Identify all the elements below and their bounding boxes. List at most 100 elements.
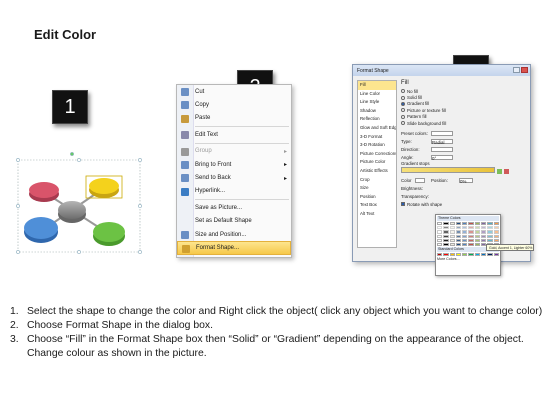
color-swatch[interactable] bbox=[455, 230, 462, 234]
category-item[interactable]: 3-D Rotation bbox=[358, 141, 396, 150]
color-swatch[interactable] bbox=[481, 234, 487, 238]
color-swatch[interactable] bbox=[437, 253, 443, 257]
color-swatch[interactable] bbox=[462, 222, 468, 226]
category-item[interactable]: Shadow bbox=[358, 107, 396, 116]
color-swatch[interactable] bbox=[481, 238, 487, 242]
category-item[interactable]: 3-D Format bbox=[358, 133, 396, 142]
radio-button[interactable] bbox=[401, 108, 405, 113]
preset-dropdown[interactable] bbox=[431, 130, 453, 136]
color-swatch[interactable] bbox=[487, 253, 493, 257]
direction-dropdown[interactable] bbox=[431, 146, 453, 152]
color-swatch[interactable] bbox=[449, 238, 455, 242]
category-item[interactable]: Picture Color bbox=[358, 158, 396, 167]
position-input[interactable]: 0% bbox=[459, 177, 473, 184]
color-swatch[interactable] bbox=[468, 222, 474, 226]
node-red[interactable] bbox=[29, 182, 59, 202]
color-swatch[interactable] bbox=[487, 234, 493, 238]
color-swatch[interactable] bbox=[474, 222, 481, 226]
radio-button[interactable] bbox=[401, 114, 405, 119]
color-swatch[interactable] bbox=[443, 234, 449, 238]
color-swatch[interactable] bbox=[437, 242, 443, 247]
category-item[interactable]: Picture Corrections bbox=[358, 150, 396, 159]
color-swatch[interactable] bbox=[443, 242, 449, 247]
color-swatch[interactable] bbox=[455, 238, 462, 242]
color-swatch[interactable] bbox=[468, 226, 474, 230]
menu-item[interactable]: Cut bbox=[177, 85, 291, 98]
color-swatch[interactable] bbox=[487, 238, 493, 242]
category-item[interactable]: Reflection bbox=[358, 115, 396, 124]
remove-stop-icon[interactable] bbox=[504, 168, 509, 174]
menu-item[interactable]: Paste bbox=[177, 112, 291, 125]
fill-option[interactable]: Slide background fill bbox=[401, 120, 528, 126]
color-swatch[interactable] bbox=[474, 230, 481, 234]
color-swatch[interactable] bbox=[437, 222, 443, 226]
menu-item[interactable]: Size and Position... bbox=[177, 228, 291, 241]
category-item[interactable]: Crop bbox=[358, 176, 396, 185]
color-swatch[interactable] bbox=[481, 226, 487, 230]
color-swatch[interactable] bbox=[462, 230, 468, 234]
radio-button[interactable] bbox=[401, 89, 405, 94]
color-swatch[interactable] bbox=[455, 234, 462, 238]
category-item[interactable]: Size bbox=[358, 184, 396, 193]
radio-button[interactable] bbox=[401, 95, 405, 100]
color-swatch[interactable] bbox=[468, 238, 474, 242]
color-swatch[interactable] bbox=[481, 230, 487, 234]
color-swatch[interactable] bbox=[487, 230, 493, 234]
category-item[interactable]: Position bbox=[358, 193, 396, 202]
category-item[interactable]: Line Color bbox=[358, 90, 396, 99]
color-swatch[interactable] bbox=[437, 238, 443, 242]
menu-item[interactable]: Edit Text bbox=[177, 128, 291, 141]
color-swatch[interactable] bbox=[462, 242, 468, 247]
radio-button[interactable] bbox=[401, 121, 405, 126]
category-item[interactable]: Alt Text bbox=[358, 210, 396, 219]
color-swatch[interactable] bbox=[449, 222, 455, 226]
color-swatch[interactable] bbox=[462, 234, 468, 238]
node-center[interactable] bbox=[58, 201, 86, 223]
color-swatch[interactable] bbox=[493, 253, 499, 257]
color-swatch[interactable] bbox=[455, 242, 462, 247]
menu-item[interactable]: Copy bbox=[177, 98, 291, 111]
color-swatch[interactable] bbox=[468, 253, 474, 257]
category-item[interactable]: Glow and Soft Edges bbox=[358, 124, 396, 133]
color-swatch[interactable] bbox=[474, 238, 481, 242]
category-item[interactable]: Text Box bbox=[358, 201, 396, 210]
radio-button[interactable] bbox=[401, 101, 405, 106]
menu-item[interactable]: Bring to Front ▸ bbox=[177, 158, 291, 171]
add-stop-icon[interactable] bbox=[497, 168, 502, 174]
category-item[interactable]: Fill bbox=[358, 81, 396, 90]
color-swatch[interactable] bbox=[493, 230, 499, 234]
rotate-checkbox[interactable] bbox=[401, 202, 405, 207]
color-swatch[interactable] bbox=[462, 226, 468, 230]
angle-input[interactable]: 0° bbox=[431, 154, 453, 161]
color-swatch[interactable] bbox=[443, 226, 449, 230]
menu-item[interactable]: Save as Picture... bbox=[177, 201, 291, 214]
category-item[interactable]: Artistic Effects bbox=[358, 167, 396, 176]
color-swatch[interactable] bbox=[487, 226, 493, 230]
menu-item[interactable]: Format Shape... bbox=[177, 241, 291, 255]
color-swatch[interactable] bbox=[443, 222, 449, 226]
help-button[interactable] bbox=[513, 67, 520, 73]
type-dropdown[interactable]: Radial bbox=[431, 138, 453, 145]
color-swatch[interactable] bbox=[493, 234, 499, 238]
menu-item[interactable]: Set as Default Shape bbox=[177, 215, 291, 228]
node-blue[interactable] bbox=[24, 217, 58, 243]
color-swatch[interactable] bbox=[443, 238, 449, 242]
color-swatch[interactable] bbox=[455, 226, 462, 230]
gradient-stops-bar[interactable] bbox=[401, 167, 495, 174]
color-swatch[interactable] bbox=[462, 253, 468, 257]
color-swatch[interactable] bbox=[449, 230, 455, 234]
color-swatch[interactable] bbox=[474, 242, 481, 247]
color-swatch[interactable] bbox=[487, 222, 493, 226]
color-swatch[interactable] bbox=[493, 222, 499, 226]
color-swatch[interactable] bbox=[443, 230, 449, 234]
color-swatch[interactable] bbox=[468, 230, 474, 234]
color-swatch[interactable] bbox=[462, 238, 468, 242]
color-swatch[interactable] bbox=[468, 242, 474, 247]
color-swatch[interactable] bbox=[449, 242, 455, 247]
color-swatch[interactable] bbox=[437, 226, 443, 230]
color-swatch[interactable] bbox=[468, 234, 474, 238]
color-swatch[interactable] bbox=[493, 238, 499, 242]
menu-item[interactable]: Send to Back ▸ bbox=[177, 171, 291, 184]
color-swatch[interactable] bbox=[481, 253, 487, 257]
color-swatch[interactable] bbox=[474, 253, 481, 257]
